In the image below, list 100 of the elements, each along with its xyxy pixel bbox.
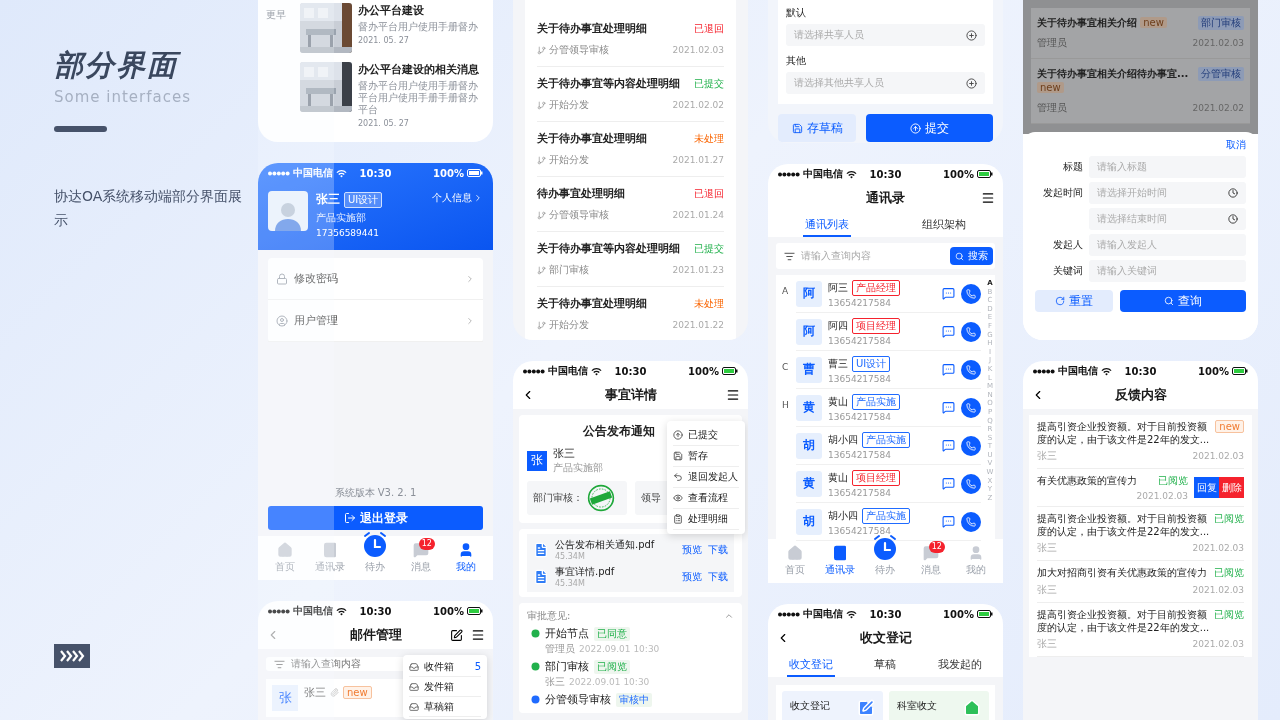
reset-button[interactable]: 重置 <box>1035 290 1113 312</box>
battery-icon <box>722 367 738 375</box>
chevron-icon <box>473 193 483 203</box>
plus-icon <box>966 77 977 89</box>
feedback-text: 提高引资企业投资额。对于目前投资额度的认定，由于该文件是22年的发文... <box>1037 608 1210 634</box>
todo-item[interactable]: 关于待办事宜处理明细 未处理 开始分发 2021.01.27 <box>537 122 724 177</box>
contact-item[interactable]: 黄 黄山 项目经理 13654217584 <box>796 465 981 503</box>
action-item[interactable]: 退回发起人 <box>673 467 739 488</box>
tab-bar-item[interactable]: 通讯录 <box>820 545 861 577</box>
message-icon[interactable] <box>942 325 955 338</box>
action-item[interactable]: 查看流程 <box>673 488 739 509</box>
menu-icon[interactable] <box>981 191 995 205</box>
filter-icon <box>274 658 285 670</box>
submit-button[interactable]: 提交 <box>866 114 993 142</box>
reply-button[interactable]: 回复 <box>1194 477 1219 498</box>
contact-item[interactable]: 胡 胡小四 产品实施 13654217584 <box>796 427 981 465</box>
message-icon[interactable] <box>942 287 955 300</box>
download-link[interactable]: 下载 <box>708 569 728 584</box>
news-title[interactable]: 办公平台建设的相关消息 <box>358 62 483 77</box>
battery-percent: 100% <box>943 168 974 180</box>
compose-icon[interactable] <box>450 628 463 642</box>
tab-bar-item[interactable]: 首页 <box>774 545 815 577</box>
carrier-label: 中国电信 <box>548 364 588 378</box>
search-button[interactable]: 搜索 <box>950 247 993 265</box>
module-tile[interactable]: 科室收文 <box>888 691 989 720</box>
battery-percent: 100% <box>433 167 464 179</box>
cancel-link[interactable]: 取消 <box>1226 138 1246 152</box>
clipboard-icon <box>673 514 683 524</box>
todo-item[interactable]: 关于待办事宜等内容处理明细 已提交 部门审核 2021.01.23 <box>537 232 724 287</box>
battery-icon <box>977 610 993 618</box>
draft-button[interactable]: 存草稿 <box>778 114 856 142</box>
call-button[interactable] <box>961 435 981 456</box>
step-label: 开始分发 <box>549 318 589 332</box>
department-label: 产品实施部 <box>553 461 603 475</box>
action-item[interactable]: 处理明细 <box>673 509 739 530</box>
role-tag: 产品经理 <box>852 279 900 296</box>
user-name: 张三 <box>553 446 576 461</box>
feedback-item[interactable]: 提高引资企业投资额。对于目前投资额度的认定，由于该文件是22年的发文... 已阅览 张三 2021.02.03 <box>1037 507 1244 561</box>
eye-icon <box>673 493 683 503</box>
folder-item[interactable]: 收件箱 5 <box>409 657 481 677</box>
tab[interactable]: 组织架构 <box>920 214 969 237</box>
message-icon[interactable] <box>942 515 955 528</box>
status-time: 10:30 <box>614 365 647 377</box>
contact-name: 黄山 <box>828 394 848 409</box>
tab-bar-item[interactable]: 待办 <box>355 530 396 574</box>
todo-item[interactable]: 关于待办事宜处理明细 已退回 分管领导审核 2021.02.03 <box>537 12 724 67</box>
call-button[interactable] <box>961 473 981 494</box>
contact-item[interactable]: 阿 阿四 项目经理 13654217584 <box>796 313 981 351</box>
menu-item[interactable]: 用户管理 <box>268 300 483 342</box>
menu-item[interactable]: 修改密码 <box>268 258 483 300</box>
folder-item[interactable]: 草稿箱 <box>409 697 481 717</box>
action-item[interactable]: 暂存 <box>673 446 739 467</box>
logout-button[interactable]: 退出登录 <box>268 506 483 530</box>
todo-item[interactable]: 待办事宜处理明细 已退回 分管领导审核 2021.01.24 <box>537 177 724 232</box>
avatar: 黄 <box>796 394 822 421</box>
call-button[interactable] <box>961 321 981 342</box>
step-label: 部门审核 <box>549 263 589 277</box>
message-icon[interactable] <box>942 439 955 452</box>
todo-item[interactable]: 关于待办事宜等内容处理明细 已提交 开始分发 2021.02.02 <box>537 67 724 122</box>
feedback-item[interactable]: 加大对招商引资有关优惠政策的宣传力 已阅览 张三 2021.02.03 <box>1037 561 1244 603</box>
message-icon[interactable] <box>942 401 955 414</box>
profile-link[interactable]: 个人信息 <box>432 191 483 205</box>
todo-item[interactable]: 关于待办事宜处理明细 未处理 开始分发 2021.01.22 <box>537 287 724 340</box>
wifi-icon <box>336 606 347 616</box>
action-item[interactable]: 已提交 <box>673 425 739 446</box>
menu-icon[interactable] <box>726 388 740 402</box>
date-label: 2021.02.03 <box>1192 585 1244 595</box>
contact-item[interactable]: 曹 曹三 UI设计 13654217584 <box>796 351 981 389</box>
call-button[interactable] <box>961 359 981 380</box>
date-label: 2021.02.02 <box>672 100 724 110</box>
folder-item[interactable]: 发件箱 <box>409 677 481 697</box>
carrier-label: 中国电信 <box>293 604 333 618</box>
filter-icon[interactable] <box>784 250 795 262</box>
contact-item[interactable]: 阿 阿三 产品经理 13654217584 <box>796 275 981 313</box>
feedback-item[interactable]: 有关优惠政策的宣传力 已阅览 2021.02.03 回复 删除 <box>1037 469 1244 507</box>
module-tile[interactable]: 收文登记 <box>782 691 883 720</box>
news-title[interactable]: 办公平台建设 <box>358 3 483 18</box>
preview-link[interactable]: 预览 <box>682 569 702 584</box>
download-link[interactable]: 下载 <box>708 542 728 557</box>
preview-link[interactable]: 预览 <box>682 542 702 557</box>
feedback-item[interactable]: 提高引资企业投资额。对于目前投资额度的认定，由于该文件是22年的发文... new 张三 2021.02.03 <box>1037 415 1244 469</box>
feedback-item[interactable]: 提高引资企业投资额。对于目前投资额度的认定，由于该文件是22年的发文... 已阅览 张三 2021.02.03 <box>1037 603 1244 657</box>
contact-item[interactable]: 黄 黄山 产品实施 13654217584 <box>796 389 981 427</box>
delete-button[interactable]: 删除 <box>1219 477 1244 498</box>
wifi-icon <box>846 609 857 619</box>
query-button[interactable]: 查询 <box>1120 290 1246 312</box>
message-icon[interactable] <box>942 477 955 490</box>
tab[interactable]: 我发起的 <box>936 654 985 677</box>
title-underline <box>54 126 107 132</box>
battery-icon <box>1232 367 1248 375</box>
tab-bar-item[interactable]: 我的 <box>446 542 487 574</box>
menu-icon[interactable] <box>471 628 485 642</box>
call-button[interactable] <box>961 397 981 418</box>
tab-bar-item[interactable]: 我的 <box>956 545 997 577</box>
message-icon[interactable] <box>942 363 955 376</box>
call-button[interactable] <box>961 511 981 532</box>
tab[interactable]: 草稿 <box>872 654 899 677</box>
clock-icon <box>1228 188 1238 198</box>
call-button[interactable] <box>961 283 981 304</box>
wifi-icon <box>591 366 602 376</box>
